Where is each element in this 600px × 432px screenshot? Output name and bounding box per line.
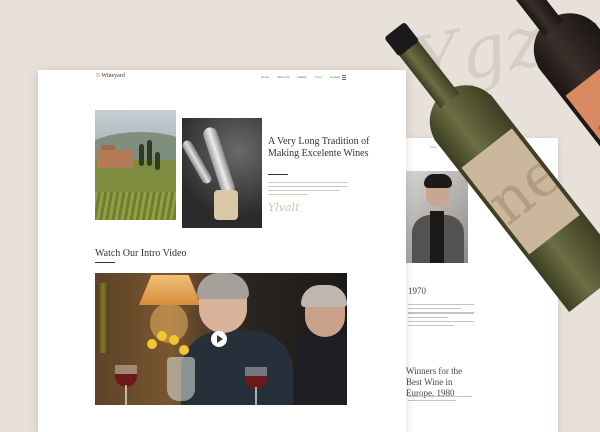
- year-paragraph: [408, 301, 474, 329]
- story-paragraph: [268, 179, 348, 198]
- award-paragraph: [408, 393, 472, 404]
- nav-home[interactable]: Home: [261, 75, 269, 79]
- story-title: A Very Long Tradition of Making Excelent…: [268, 136, 370, 159]
- main-nav: Home About Us Gallery Shop Contact: [261, 75, 340, 79]
- main-page: B Wineyard Home About Us Gallery Shop Co…: [38, 70, 406, 432]
- secondary-nav-item[interactable]: Shop: [430, 145, 437, 149]
- corkscrew-photo: [182, 118, 262, 228]
- video-title: Watch Our Intro Video: [95, 248, 187, 259]
- signature: Ylvalt: [268, 201, 300, 214]
- vineyard-photo: [95, 110, 176, 220]
- year-heading: 1970: [408, 286, 426, 296]
- showcase-scene: Ygz Shop 1970 Winners for the Best Wine …: [0, 0, 600, 432]
- logo-mark: B: [96, 73, 101, 79]
- nav-gallery[interactable]: Gallery: [297, 75, 307, 79]
- intro-video[interactable]: [95, 273, 347, 405]
- portrait-photo: [406, 171, 468, 263]
- logo-text: Wineyard: [101, 73, 125, 79]
- site-header: B Wineyard Home About Us Gallery Shop Co…: [38, 70, 406, 84]
- menu-icon[interactable]: [342, 75, 346, 80]
- video-divider: [95, 262, 115, 263]
- nav-shop[interactable]: Shop: [315, 75, 322, 79]
- story-divider: [268, 174, 288, 175]
- play-icon[interactable]: [211, 331, 227, 347]
- nav-contact[interactable]: Contact: [330, 75, 340, 79]
- nav-about[interactable]: About Us: [277, 75, 289, 79]
- site-logo[interactable]: B Wineyard: [96, 73, 125, 79]
